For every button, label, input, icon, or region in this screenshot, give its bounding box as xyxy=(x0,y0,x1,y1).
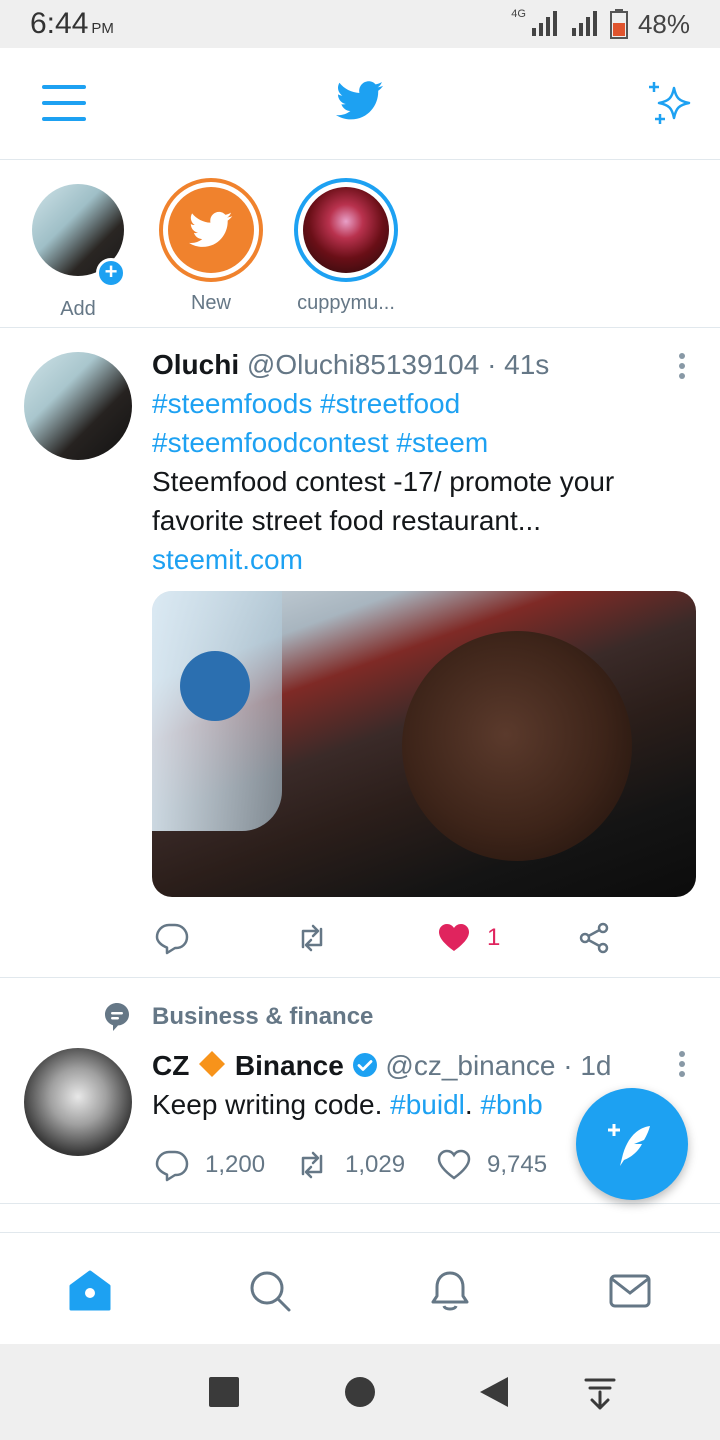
reply-count: 1,200 xyxy=(205,1151,266,1178)
reply-button[interactable] xyxy=(155,921,205,955)
more-options-icon[interactable] xyxy=(678,1050,686,1078)
author-name-2[interactable]: Binance xyxy=(235,1050,344,1081)
network-type: 4G xyxy=(511,8,526,20)
tweet-text-plain: Keep writing code. xyxy=(152,1089,391,1120)
fleet-label: Add xyxy=(60,298,96,320)
home-icon[interactable] xyxy=(68,1269,112,1313)
back-icon[interactable] xyxy=(478,1376,510,1408)
hashtag[interactable]: #buidl xyxy=(390,1089,465,1120)
fleet-new-ring xyxy=(159,178,263,282)
fleets-row: + Add New cuppymu... xyxy=(0,160,720,328)
more-options-icon[interactable] xyxy=(678,352,686,380)
fleet-label: New xyxy=(190,292,231,314)
avatar[interactable] xyxy=(24,1048,132,1156)
fleet-cuppy-ring xyxy=(294,178,398,282)
battery-icon xyxy=(609,9,628,39)
retweet-button[interactable] xyxy=(295,921,345,955)
diamond-icon xyxy=(199,1051,226,1077)
image-bottle-label xyxy=(180,651,250,721)
like-count: 1 xyxy=(487,924,501,951)
tweet-actions: 1 xyxy=(155,918,635,958)
topic-icon xyxy=(105,1003,129,1031)
fleet-new-avatar xyxy=(168,187,254,273)
fleet-add[interactable]: + Add xyxy=(18,178,138,321)
reply-button[interactable]: 1,200 xyxy=(155,1148,265,1182)
signal-icon-2 xyxy=(571,11,597,36)
like-button[interactable]: 9,745 xyxy=(437,1148,547,1182)
twitter-bird-icon[interactable] xyxy=(336,80,384,122)
tweet-header: Oluchi @Oluchi85139104 · 41s xyxy=(152,345,662,384)
share-icon xyxy=(579,922,609,954)
share-button[interactable] xyxy=(577,921,611,955)
status-clock: 6:44 xyxy=(30,7,89,40)
author-handle[interactable]: @Oluchi85139104 xyxy=(247,349,479,380)
tweet[interactable]: Oluchi @Oluchi85139104 · 41s #steemfoods… xyxy=(0,328,720,978)
hashtags-line[interactable]: #steemfoods #streetfood xyxy=(152,384,662,423)
status-indicators: 4G 48% xyxy=(511,8,690,40)
fleet-cuppymusic[interactable]: cuppymu... xyxy=(286,178,406,315)
fleet-new[interactable]: New xyxy=(151,178,271,315)
system-navigation-bar xyxy=(0,1344,720,1440)
fleet-add-avatar-wrap: + xyxy=(26,184,130,288)
tweet-time: · 41s xyxy=(487,349,550,380)
reply-icon xyxy=(155,1150,189,1182)
author-name[interactable]: CZ xyxy=(152,1050,189,1081)
reply-icon xyxy=(155,923,189,955)
battery-percent: 48% xyxy=(637,8,690,39)
status-time: 6:44 PM xyxy=(30,7,114,41)
notifications-icon[interactable] xyxy=(428,1269,472,1313)
tweet-content: Oluchi @Oluchi85139104 · 41s #steemfoods… xyxy=(152,345,662,579)
verified-badge-icon xyxy=(352,1053,377,1077)
heart-filled-icon xyxy=(439,924,469,951)
top-app-bar xyxy=(0,48,720,160)
author-name[interactable]: Oluchi xyxy=(152,349,239,380)
plus-icon: + xyxy=(96,258,126,288)
tweet-actions: 1,200 1,029 9,745 xyxy=(155,1145,575,1185)
heart-icon xyxy=(437,1149,471,1180)
retweet-button[interactable]: 1,029 xyxy=(295,1148,405,1182)
home-system-icon[interactable] xyxy=(344,1376,376,1408)
messages-icon[interactable] xyxy=(608,1269,652,1313)
menu-icon[interactable] xyxy=(40,82,88,124)
status-ampm: PM xyxy=(91,20,114,37)
like-button[interactable]: 1 xyxy=(437,921,500,955)
hashtags-line[interactable]: #steemfoodcontest #steem xyxy=(152,423,662,462)
tweet-image[interactable] xyxy=(152,591,696,897)
hashtag[interactable]: #bnb xyxy=(480,1089,542,1120)
retweet-icon xyxy=(301,924,323,952)
avatar xyxy=(303,187,389,273)
fleet-label: cuppymu... xyxy=(297,292,395,314)
notification-drawer-icon[interactable] xyxy=(584,1376,616,1412)
avatar[interactable] xyxy=(24,352,132,460)
twitter-bird-icon xyxy=(189,211,233,247)
compose-feather-icon xyxy=(608,1124,650,1166)
sparkle-icon[interactable] xyxy=(646,78,696,128)
image-face xyxy=(402,631,632,861)
retweet-icon xyxy=(301,1151,323,1179)
tweet-header: CZ Binance @cz_binance · 1d xyxy=(152,1046,662,1085)
status-bar: 6:44 PM 4G 48% xyxy=(0,0,720,48)
retweet-count: 1,029 xyxy=(345,1151,406,1178)
tweet-link[interactable]: steemit.com xyxy=(152,540,662,579)
topic-label: Business & finance xyxy=(152,1003,374,1030)
search-icon[interactable] xyxy=(248,1269,292,1313)
signal-icon xyxy=(531,11,557,36)
tweet-time: · 1d xyxy=(563,1050,612,1081)
tweet-text-sep: . xyxy=(464,1089,481,1120)
topic-row[interactable]: Business & finance xyxy=(104,1002,373,1032)
next-tweet-peek xyxy=(0,1204,720,1234)
bottom-navigation xyxy=(0,1232,720,1344)
tweet-text: Steemfood contest -17/ promote your favo… xyxy=(152,466,615,536)
compose-tweet-button[interactable] xyxy=(576,1088,688,1200)
recent-apps-icon[interactable] xyxy=(208,1376,240,1408)
author-handle[interactable]: @cz_binance xyxy=(385,1050,555,1081)
like-count: 9,745 xyxy=(487,1151,548,1178)
